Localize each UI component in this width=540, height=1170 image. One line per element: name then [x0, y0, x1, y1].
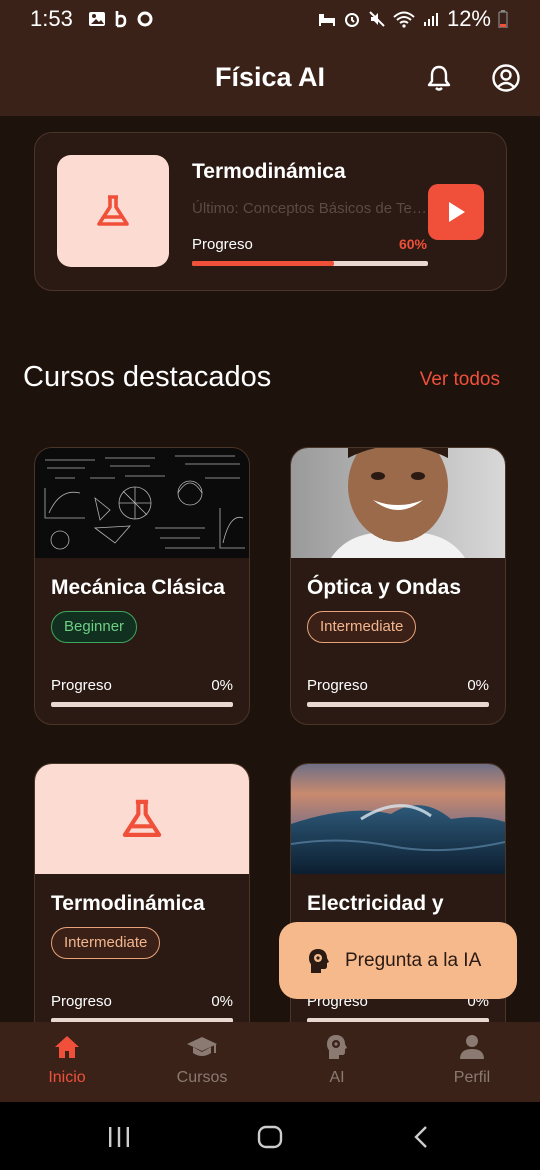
progress-percent: 60% — [398, 236, 427, 252]
course-card[interactable]: Mecánica Clásica Beginner Progreso 0% — [34, 447, 250, 725]
nav-item-inicio[interactable]: Inicio — [17, 1034, 117, 1087]
section-title: Cursos destacados — [23, 361, 272, 393]
brain-head-icon — [309, 948, 329, 973]
nav-item-ai[interactable]: AI — [287, 1034, 387, 1087]
flask-icon — [122, 799, 162, 837]
account-circle-icon — [492, 64, 520, 92]
brain-head-icon — [327, 1035, 347, 1059]
person-icon — [460, 1035, 484, 1059]
app-bar: Física AI — [0, 38, 540, 116]
level-badge: Intermediate — [307, 611, 417, 643]
status-time: 1:53 — [30, 6, 73, 31]
signal-icon — [423, 13, 438, 26]
course-image-equations — [35, 448, 249, 558]
course-progress-label: Progreso — [51, 677, 112, 694]
nav-item-cursos[interactable]: Cursos — [152, 1034, 252, 1087]
nav-label: Cursos — [176, 1069, 228, 1086]
course-card[interactable]: Óptica y Ondas Intermediate Progreso 0% — [290, 447, 506, 725]
home-icon — [55, 1036, 79, 1058]
nav-label: Inicio — [48, 1069, 86, 1086]
course-progress-label: Progreso — [51, 993, 112, 1010]
battery-text: 12% — [446, 6, 491, 31]
course-title: Óptica y Ondas — [307, 576, 462, 599]
battery-icon — [498, 10, 508, 28]
level-badge: Beginner — [51, 611, 138, 643]
wifi-icon — [393, 11, 415, 28]
course-thumbnail — [57, 155, 169, 267]
b-app-icon — [115, 11, 127, 28]
course-image-wave — [291, 764, 505, 874]
continue-course-title: Termodinámica — [192, 160, 346, 183]
course-progress-bar — [51, 702, 233, 707]
nav-label: Perfil — [453, 1069, 491, 1086]
graduation-cap-icon — [187, 1037, 217, 1056]
course-title: Electricidad y — [307, 892, 444, 915]
progress-bar-fill — [192, 261, 334, 266]
level-badge: Intermediate — [51, 927, 161, 959]
progress-bar — [192, 261, 428, 266]
course-progress-label: Progreso — [307, 677, 368, 694]
flask-icon — [97, 195, 129, 226]
mute-icon — [369, 11, 385, 27]
ask-ai-label: Pregunta a la IA — [345, 949, 482, 971]
course-title: Termodinámica — [51, 892, 205, 915]
continue-course-card[interactable]: Termodinámica Último: Conceptos Básicos … — [34, 132, 507, 291]
alarm-icon — [344, 13, 359, 27]
sleep-icon — [318, 14, 335, 26]
gallery-icon — [89, 12, 105, 26]
continue-last-lesson: Último: Conceptos Básicos de Termodinámi… — [192, 200, 428, 217]
home-button-icon[interactable] — [257, 1125, 283, 1149]
ask-ai-button[interactable]: Pregunta a la IA — [279, 922, 517, 999]
course-progress-percent: 0% — [467, 677, 489, 694]
course-title: Mecánica Clásica — [51, 576, 225, 599]
o-app-icon — [137, 11, 153, 27]
course-card[interactable]: Termodinámica Intermediate Progreso 0% — [34, 763, 250, 1041]
page-title: Física AI — [214, 62, 326, 92]
course-thumbnail — [35, 764, 249, 874]
course-image-portrait — [291, 448, 505, 558]
nav-label: AI — [329, 1069, 345, 1086]
course-card[interactable]: Electricidad y Progreso 0% — [290, 763, 506, 1041]
recents-icon[interactable] — [107, 1126, 131, 1148]
course-progress-bar — [307, 702, 489, 707]
course-progress-percent: 0% — [211, 677, 233, 694]
course-progress-percent: 0% — [211, 993, 233, 1010]
play-button[interactable] — [428, 184, 484, 240]
back-icon[interactable] — [412, 1125, 430, 1149]
bell-icon — [427, 65, 451, 91]
notifications-button[interactable] — [423, 62, 455, 94]
system-navigation-bar — [0, 1102, 540, 1170]
play-icon — [449, 202, 465, 222]
nav-item-perfil[interactable]: Perfil — [422, 1034, 522, 1087]
progress-label: Progreso — [192, 236, 253, 253]
profile-button[interactable] — [490, 62, 522, 94]
bottom-navigation: Inicio Cursos AI Perfil — [0, 1022, 540, 1102]
see-all-link[interactable]: Ver todos — [420, 369, 500, 391]
status-bar: 1:53 12% — [0, 0, 540, 38]
